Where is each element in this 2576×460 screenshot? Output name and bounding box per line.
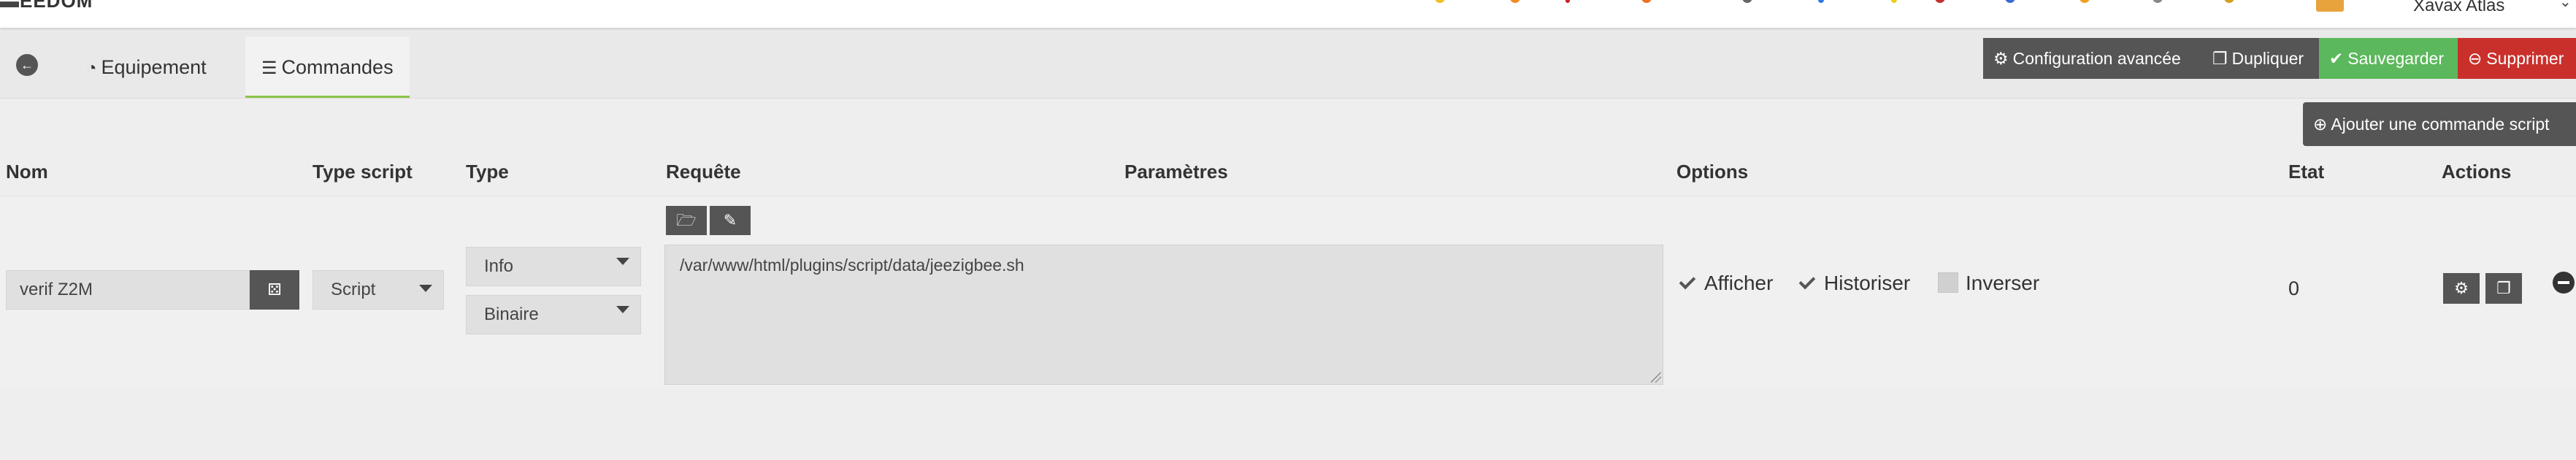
option-inverser[interactable]: Inverser [1938,272,2039,295]
tab-label: Commandes [281,56,394,78]
command-config-button[interactable]: ⚙ [2443,273,2480,304]
nav-icon[interactable] [1510,0,1520,3]
plus-circle-icon: ⊕ [2313,115,2331,134]
resize-handle[interactable] [1651,372,1661,383]
tachometer-icon: ◔ [86,58,97,78]
advanced-config-button[interactable]: ⚙ Configuration avancée [1983,38,2217,79]
delete-button[interactable]: ⊖ Supprimer [2458,38,2576,79]
nav-icon[interactable] [2153,0,2163,3]
minus-circle-icon: ⊖ [2468,49,2483,68]
chevron-down-icon [419,285,432,292]
nav-icon[interactable] [2005,0,2015,3]
nav-icon[interactable] [1435,0,1445,3]
request-value: /var/www/html/plugins/script/data/jeezig… [680,256,1024,275]
header-type: Type [466,161,509,183]
tab-commandes[interactable]: ☰ Commandes [245,37,410,98]
top-navbar: ▬EEDOM Xavax Atlas ⌄ [0,0,2576,28]
tab-equipement[interactable]: ◔ Equipement [70,37,223,98]
list-icon: ☰ [261,58,277,78]
nav-icon[interactable] [1641,0,1652,3]
logo-text: EEDOM [20,0,93,12]
copy-icon: ❐ [2496,279,2511,297]
header-nom: Nom [6,161,48,183]
chevron-down-icon [616,258,629,265]
nav-icon[interactable] [1935,0,1945,3]
header-parametres: Paramètres [1124,161,1228,183]
icons-icon: ⚄ [267,280,282,299]
select-value: Binaire [484,304,539,324]
header-etat: Etat [2288,161,2325,183]
tab-label: Equipement [101,56,207,78]
chevron-down-icon [616,306,629,313]
app-logo[interactable]: ▬EEDOM [0,0,93,12]
save-button[interactable]: ✔ Sauvegarder [2319,38,2474,79]
duplicate-button[interactable]: ❐ Dupliquer [2202,38,2337,79]
button-label: Ajouter une commande script [2331,115,2550,134]
nav-icon[interactable] [1565,0,1570,3]
header-type-script: Type script [313,161,413,183]
option-afficher[interactable]: Afficher [1676,272,1773,295]
browse-file-button[interactable]: 🗁 [666,206,707,235]
add-command-button[interactable]: ⊕ Ajouter une commande script [2303,102,2576,146]
option-historiser[interactable]: Historiser [1796,272,1910,295]
state-value: 0 [2288,277,2300,299]
monitor-icon[interactable] [1742,0,1752,3]
remove-command-icon[interactable] [2553,272,2575,294]
command-duplicate-button[interactable]: ❐ [2485,273,2522,304]
type-select[interactable]: Info [466,247,641,286]
icon-picker-button[interactable]: ⚄ [250,270,299,310]
checkbox-afficher[interactable] [1676,272,1697,293]
back-button[interactable]: ← [16,54,38,76]
lightbulb-icon[interactable] [1891,0,1897,3]
nav-icon[interactable] [2079,0,2090,3]
tab-bar: ← ◔ Equipement ☰ Commandes ⚙ Configuration … [0,32,2576,99]
edit-icon: ✎ [723,211,737,229]
edit-script-button[interactable]: ✎ [710,206,751,235]
subtype-select[interactable]: Binaire [466,295,641,334]
option-label: Inverser [1966,272,2040,294]
request-textarea[interactable]: /var/www/html/plugins/script/data/jeezig… [664,245,1663,385]
user-name[interactable]: Xavax Atlas [2413,0,2504,16]
option-label: Historiser [1824,272,1911,294]
nav-icon[interactable] [1818,0,1824,3]
chevron-down-icon[interactable]: ⌄ [2559,0,2572,11]
cogs-icon: ⚙ [2454,279,2469,297]
command-name-input[interactable]: verif Z2M [6,270,250,310]
select-value: Script [331,280,376,299]
user-avatar[interactable] [2316,0,2344,12]
header-options: Options [1676,161,1749,183]
button-label: Configuration avancée [2012,49,2181,68]
copy-icon: ❐ [2212,49,2228,68]
arrow-left-icon: ← [20,58,34,72]
cogs-icon: ⚙ [1993,49,2009,68]
check-circle-icon: ✔ [2329,49,2344,68]
checkbox-inverser[interactable] [1938,272,1958,293]
option-label: Afficher [1704,272,1774,294]
button-label: Dupliquer [2231,49,2304,68]
button-label: Sauvegarder [2347,49,2444,68]
checkbox-historiser[interactable] [1796,272,1817,293]
header-actions: Actions [2442,161,2512,183]
button-label: Supprimer [2486,49,2564,68]
header-requete: Requête [666,161,741,183]
select-value: Info [484,256,514,276]
folder-open-icon: 🗁 [676,211,697,229]
nav-icon[interactable] [2224,0,2234,3]
